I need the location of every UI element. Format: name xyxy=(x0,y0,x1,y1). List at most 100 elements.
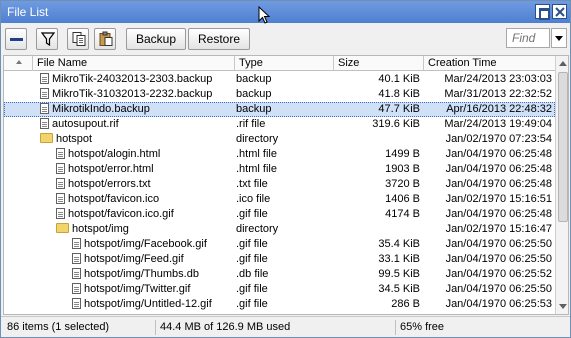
table-row[interactable]: hotspot/img/Feed.gif .gif file 33.1 KiB Jan… xyxy=(4,252,555,267)
file-size-cell: 1499 B xyxy=(385,148,420,160)
file-type-cell: backup xyxy=(236,88,272,100)
file-name-text: hotspot/img/Twitter.gif xyxy=(84,283,191,295)
file-name-cell: hotspot/favicon.ico xyxy=(32,192,234,207)
header-flag-column[interactable] xyxy=(4,56,32,71)
table-row[interactable]: hotspot/img/Thumbs.db .db file 99.5 KiB Jan… xyxy=(4,267,555,282)
table-row[interactable]: hotspot directory Jan/02/1970 07:23:54 xyxy=(4,132,555,147)
creation-time-cell: Apr/16/2013 22:48:32 xyxy=(446,103,552,115)
toolbar: Backup Restore xyxy=(1,24,570,54)
file-icon xyxy=(72,283,81,294)
scroll-up-icon[interactable] xyxy=(559,61,567,66)
file-size-cell: 33.1 KiB xyxy=(378,253,420,265)
file-icon xyxy=(56,193,65,204)
file-name-text: hotspot/img xyxy=(72,223,129,235)
file-name-text: hotspot/favicon.ico xyxy=(68,193,160,205)
file-type-cell: directory xyxy=(236,223,279,235)
filter-button[interactable] xyxy=(36,28,58,50)
scroll-down-icon[interactable] xyxy=(559,304,567,309)
table-row[interactable]: hotspot/favicon.ico .ico file 1406 B Jan/02… xyxy=(4,192,555,207)
table-row[interactable]: hotspot/img directory Jan/02/1970 15:16:47 xyxy=(4,222,555,237)
file-icon xyxy=(56,163,65,174)
creation-time-cell: Jan/04/1970 06:25:50 xyxy=(445,238,552,250)
file-icon xyxy=(56,148,65,159)
vertical-scrollbar[interactable] xyxy=(555,56,568,314)
file-type-cell: .gif file xyxy=(236,208,268,220)
header-type[interactable]: Type xyxy=(234,56,333,71)
file-icon xyxy=(72,298,81,309)
file-name-text: hotspot/favicon.ico.gif xyxy=(68,208,174,220)
file-name-text: hotspot/errors.txt xyxy=(68,178,151,190)
creation-time-cell: Mar/24/2013 23:03:03 xyxy=(444,73,552,85)
creation-time-cell: Jan/04/1970 06:25:53 xyxy=(445,298,552,310)
file-name-cell: hotspot/img/Feed.gif xyxy=(32,252,234,267)
file-size-cell: 3720 B xyxy=(385,178,420,190)
paste-icon xyxy=(99,31,113,46)
table-row[interactable]: hotspot/favicon.ico.gif .gif file 4174 B Ja… xyxy=(4,207,555,222)
window-title: File List xyxy=(7,5,49,19)
file-name-cell: hotspot/img/Facebook.gif xyxy=(32,237,234,252)
close-icon xyxy=(555,7,565,17)
backup-button[interactable]: Backup xyxy=(126,28,187,50)
table-row[interactable]: hotspot/img/Untitled-12.gif .gif file 286 … xyxy=(4,297,555,312)
header-size[interactable]: Size xyxy=(333,56,423,71)
file-name-text: hotspot/img/Untitled-12.gif xyxy=(84,298,212,310)
file-icon xyxy=(72,238,81,249)
restore-window-button[interactable] xyxy=(535,4,550,20)
file-name-text: autosupout.rif xyxy=(52,118,119,130)
creation-time-cell: Jan/02/1970 07:23:54 xyxy=(445,133,552,145)
find-input[interactable] xyxy=(507,29,549,47)
file-icon xyxy=(40,103,49,114)
remove-button[interactable] xyxy=(5,28,27,50)
sort-arrow-icon xyxy=(16,60,22,64)
table-row[interactable]: hotspot/alogin.html .html file 1499 B Jan/0… xyxy=(4,147,555,162)
find-box[interactable] xyxy=(506,28,550,48)
file-size-cell: 286 B xyxy=(391,298,420,310)
file-type-cell: .html file xyxy=(236,163,277,175)
file-name-text: hotspot/img/Facebook.gif xyxy=(84,238,207,250)
file-type-cell: .ico file xyxy=(236,193,271,205)
copy-button[interactable] xyxy=(67,28,89,50)
table-row[interactable]: MikroTik-24032013-2303.backup backup 40.1 … xyxy=(4,72,555,87)
file-list-window: File List Backup Restore Find File Name … xyxy=(0,0,571,338)
status-disk-usage: 44.4 MB of 126.9 MB used xyxy=(155,320,395,335)
file-name-cell: hotspot/alogin.html xyxy=(32,147,234,162)
file-icon xyxy=(40,118,49,129)
file-name-cell: hotspot/img xyxy=(32,222,234,237)
file-size-cell: 34.5 KiB xyxy=(378,283,420,295)
file-name-text: hotspot/alogin.html xyxy=(68,148,161,160)
file-name-text: hotspot xyxy=(56,133,93,145)
file-icon xyxy=(72,268,81,279)
file-name-cell: hotspot/img/Twitter.gif xyxy=(32,282,234,297)
header-creation-time[interactable]: Creation Time xyxy=(423,56,555,71)
file-type-cell: directory xyxy=(236,133,279,145)
paste-button[interactable] xyxy=(94,28,116,50)
restore-button[interactable]: Restore xyxy=(188,28,251,50)
file-size-cell: 1903 B xyxy=(385,163,420,175)
file-name-cell: MikroTik-24032013-2303.backup xyxy=(32,72,234,87)
file-size-cell: 99.5 KiB xyxy=(378,268,420,280)
table-row[interactable]: hotspot/img/Facebook.gif .gif file 35.4 Ki… xyxy=(4,237,555,252)
file-type-cell: .txt file xyxy=(236,178,268,190)
creation-time-cell: Jan/04/1970 06:25:48 xyxy=(445,163,552,175)
file-type-cell: .gif file xyxy=(236,298,268,310)
copy-icon xyxy=(72,32,86,46)
title-bar[interactable]: File List xyxy=(1,1,570,23)
table-row[interactable]: hotspot/img/Twitter.gif .gif file 34.5 KiB… xyxy=(4,282,555,297)
table-row[interactable]: MikroTik-31032013-2232.backup backup 41.8 … xyxy=(4,87,555,102)
table-row[interactable]: hotspot/errors.txt .txt file 3720 B Jan/04/… xyxy=(4,177,555,192)
file-size-cell: 40.1 KiB xyxy=(378,73,420,85)
header-file-name[interactable]: File Name xyxy=(32,56,234,71)
close-window-button[interactable] xyxy=(552,4,567,19)
file-name-cell: hotspot/img/Thumbs.db xyxy=(32,267,234,282)
status-item-count: 86 items (1 selected) xyxy=(7,321,110,333)
table-row[interactable]: autosupout.rif .rif file 319.6 KiB Mar/24/2… xyxy=(4,117,555,132)
status-free-space: 65% free xyxy=(395,320,567,335)
table-row[interactable]: MikrotikIndo.backup backup 47.7 KiB Apr/16/… xyxy=(4,102,555,117)
file-icon xyxy=(40,88,49,99)
table-row[interactable]: hotspot/error.html .html file 1903 B Jan/04… xyxy=(4,162,555,177)
file-size-cell: 4174 B xyxy=(385,208,420,220)
file-type-cell: backup xyxy=(236,103,272,115)
find-dropdown-button[interactable] xyxy=(551,28,567,48)
scroll-thumb[interactable] xyxy=(558,72,568,222)
file-size-cell: 1406 B xyxy=(385,193,420,205)
